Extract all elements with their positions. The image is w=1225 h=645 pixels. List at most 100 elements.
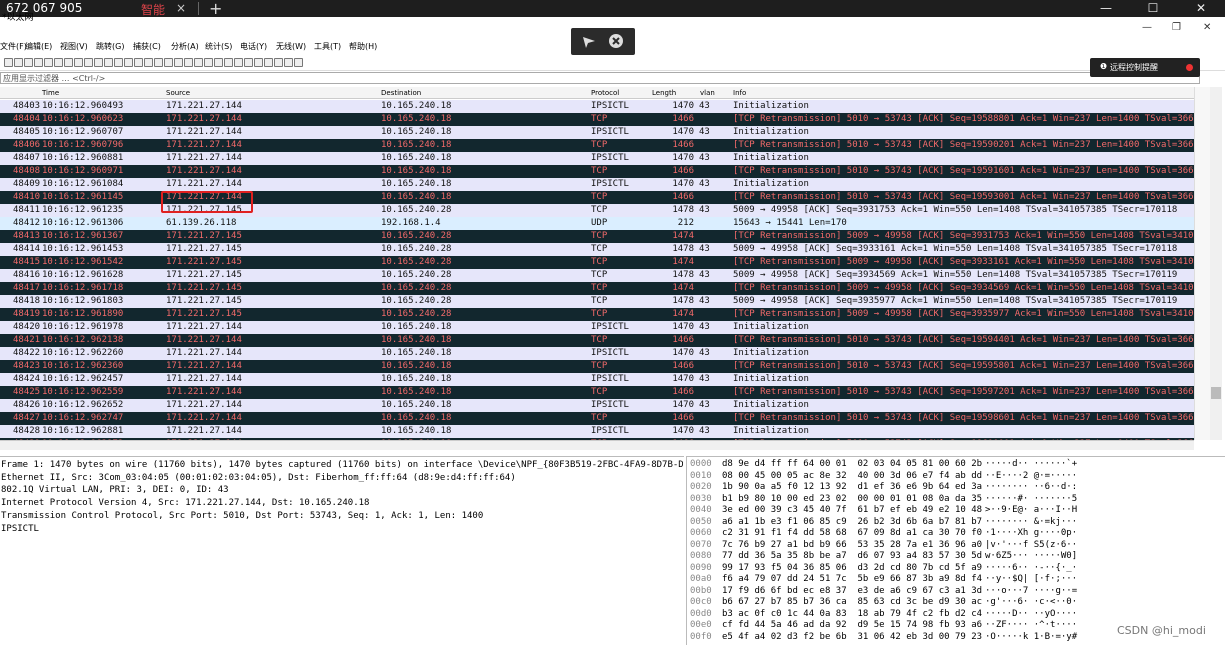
toolbar-button-icon[interactable] <box>234 58 243 67</box>
packet-row[interactable]: 48412 10:16:12.961306 61.139.26.118 192.168… <box>0 217 1194 230</box>
packet-row[interactable]: 48415 10:16:12.961542 171.221.27.145 10.165… <box>0 256 1194 269</box>
packet-row[interactable]: 48421 10:16:12.962138 171.221.27.144 10.165… <box>0 334 1194 347</box>
packet-row[interactable]: 48408 10:16:12.960971 171.221.27.144 10.165… <box>0 165 1194 178</box>
packet-row[interactable]: 48409 10:16:12.961084 171.221.27.144 10.165… <box>0 178 1194 191</box>
toolbar-button-icon[interactable] <box>44 58 53 67</box>
packet-row[interactable]: 48417 10:16:12.961718 171.221.27.145 10.165… <box>0 282 1194 295</box>
menu-item[interactable]: 帮助(H) <box>349 41 377 52</box>
toolbar-button-icon[interactable] <box>104 58 113 67</box>
new-tab-button[interactable]: + <box>209 0 222 18</box>
menu-item[interactable]: 工具(T) <box>314 41 341 52</box>
packet-list-scrollbar-track[interactable] <box>1194 87 1210 440</box>
bytes-line[interactable]: 00c0 b6 67 27 b7 85 b7 36 ca 85 63 cd 3c … <box>690 597 1110 607</box>
col-length[interactable]: Length <box>652 89 676 97</box>
packet-row[interactable]: 48425 10:16:12.962559 171.221.27.144 10.165… <box>0 386 1194 399</box>
bytes-line[interactable]: 0050 a6 a1 1b e3 f1 06 85 c9 26 b2 3d 6b … <box>690 517 1110 527</box>
toolbar-button-icon[interactable] <box>64 58 73 67</box>
bytes-line[interactable]: 00b0 17 f9 d6 6f bd ec e8 37 e3 de a6 c9 … <box>690 586 1110 596</box>
display-filter-input[interactable]: 应用显示过滤器 … <Ctrl-/> <box>0 72 1200 84</box>
packet-row[interactable]: 48404 10:16:12.960623 171.221.27.144 10.165… <box>0 113 1194 126</box>
bytes-line[interactable]: 0040 3e ed 00 39 c3 45 40 7f 61 b7 ef eb … <box>690 505 1110 515</box>
bytes-line[interactable]: 0090 99 17 93 f5 04 36 85 06 d3 2d cd 80 … <box>690 563 1110 573</box>
toolbar-button-icon[interactable] <box>4 58 13 67</box>
detail-line[interactable]: 802.1Q Virtual LAN, PRI: 3, DEI: 0, ID: … <box>1 485 683 495</box>
menu-item[interactable]: 统计(S) <box>205 41 232 52</box>
col-source[interactable]: Source <box>166 89 190 97</box>
bytes-line[interactable]: 00d0 b3 ac 0f c0 1c 44 0a 83 18 ab 79 4f … <box>690 609 1110 619</box>
bytes-line[interactable]: 0080 77 dd 36 5a 35 8b be a7 d6 07 93 a4 … <box>690 551 1110 561</box>
scrollbar-thumb[interactable] <box>1211 387 1221 399</box>
col-destination[interactable]: Destination <box>381 89 421 97</box>
bytes-line[interactable]: 0030 b1 b9 80 10 00 ed 23 02 00 00 01 01 … <box>690 494 1110 504</box>
packet-row[interactable]: 48428 10:16:12.962881 171.221.27.144 10.165… <box>0 425 1194 438</box>
toolbar-button-icon[interactable] <box>54 58 63 67</box>
bytes-line[interactable]: 0000 d8 9e d4 ff ff 64 00 01 02 03 04 05 … <box>690 459 1110 469</box>
packet-row[interactable]: 48413 10:16:12.961367 171.221.27.145 10.165… <box>0 230 1194 243</box>
detail-line[interactable]: IPSICTL <box>1 524 683 534</box>
menu-item[interactable]: 文件(F) <box>0 41 27 52</box>
bytes-line[interactable]: 00f0 e5 4f a4 02 d3 f2 be 6b 31 06 42 eb … <box>690 632 1110 642</box>
bytes-line[interactable]: 00a0 f6 a4 79 07 dd 24 51 7c 5b e9 66 87 … <box>690 574 1110 584</box>
maximize-button[interactable]: ☐ <box>1137 0 1169 17</box>
packet-row[interactable]: 48426 10:16:12.962652 171.221.27.144 10.165… <box>0 399 1194 412</box>
menu-item[interactable]: 跳转(G) <box>96 41 124 52</box>
minimize-button[interactable]: — <box>1090 0 1122 17</box>
toolbar-button-icon[interactable] <box>214 58 223 67</box>
bytes-line[interactable]: 0070 7c 76 b9 27 a1 bd b9 66 53 35 28 7a … <box>690 540 1110 550</box>
toolbar-button-icon[interactable] <box>244 58 253 67</box>
packet-row[interactable]: 48418 10:16:12.961803 171.221.27.145 10.165… <box>0 295 1194 308</box>
col-info[interactable]: Info <box>733 89 746 97</box>
menu-item[interactable]: 无线(W) <box>276 41 306 52</box>
col-protocol[interactable]: Protocol <box>591 89 619 97</box>
toolbar-button-icon[interactable] <box>154 58 163 67</box>
packet-row[interactable]: 48422 10:16:12.962260 171.221.27.144 10.165… <box>0 347 1194 360</box>
detail-line[interactable]: Frame 1: 1470 bytes on wire (11760 bits)… <box>1 460 683 470</box>
toolbar-button-icon[interactable] <box>124 58 133 67</box>
packet-row[interactable]: 48419 10:16:12.961890 171.221.27.145 10.165… <box>0 308 1194 321</box>
toolbar-button-icon[interactable] <box>84 58 93 67</box>
packet-list[interactable]: Time Source Destination Protocol Length … <box>0 87 1194 440</box>
toolbar-button-icon[interactable] <box>94 58 103 67</box>
packet-bytes-pane[interactable]: 0000 d8 9e d4 ff ff 64 00 01 02 03 04 05 … <box>686 456 1225 645</box>
window-close-button[interactable]: ✕ <box>1203 22 1211 33</box>
toolbar-button-icon[interactable] <box>224 58 233 67</box>
packet-row[interactable]: 48420 10:16:12.961978 171.221.27.144 10.165… <box>0 321 1194 334</box>
menu-item[interactable]: 视图(V) <box>60 41 88 52</box>
toolbar-button-icon[interactable] <box>24 58 33 67</box>
packet-row[interactable]: 48405 10:16:12.960707 171.221.27.144 10.165… <box>0 126 1194 139</box>
packet-row[interactable]: 48403 10:16:12.960493 171.221.27.144 10.165… <box>0 100 1194 113</box>
packet-row[interactable]: 48406 10:16:12.960796 171.221.27.144 10.165… <box>0 139 1194 152</box>
toolbar-button-icon[interactable] <box>204 58 213 67</box>
bytes-line[interactable]: 0010 08 00 45 00 05 ac 8e 32 40 00 3d 06 … <box>690 471 1110 481</box>
menu-item[interactable]: 捕获(C) <box>133 41 161 52</box>
window-minimize-button[interactable]: — <box>1142 22 1152 33</box>
menu-item[interactable]: 电话(Y) <box>240 41 267 52</box>
packet-row[interactable]: 48416 10:16:12.961628 171.221.27.145 10.165… <box>0 269 1194 282</box>
toolbar-button-icon[interactable] <box>164 58 173 67</box>
menu-item[interactable]: 分析(A) <box>171 41 199 52</box>
packet-row[interactable]: 48423 10:16:12.962360 171.221.27.144 10.165… <box>0 360 1194 373</box>
toolbar-button-icon[interactable] <box>134 58 143 67</box>
col-vlan[interactable]: vlan <box>700 89 715 97</box>
close-button[interactable]: ✕ <box>1185 0 1217 17</box>
window-restore-button[interactable]: ❐ <box>1172 22 1181 33</box>
toolbar-button-icon[interactable] <box>14 58 23 67</box>
packet-details-pane[interactable]: Frame 1: 1470 bytes on wire (11760 bits)… <box>0 456 684 645</box>
toolbar-button-icon[interactable] <box>254 58 263 67</box>
vertical-scrollbar[interactable] <box>1210 87 1222 440</box>
toolbar-button-icon[interactable] <box>34 58 43 67</box>
remote-control-reminder-button[interactable]: ❶ 远程控制提醒 <box>1090 58 1200 77</box>
menu-item[interactable]: 编辑(E) <box>25 41 52 52</box>
toolbar-button-icon[interactable] <box>184 58 193 67</box>
packet-row[interactable]: 48414 10:16:12.961453 171.221.27.145 10.165… <box>0 243 1194 256</box>
smart-tab-label[interactable]: 智能 <box>141 1 165 18</box>
toolbar-button-icon[interactable] <box>174 58 183 67</box>
col-time[interactable]: Time <box>42 89 59 97</box>
tab-close-icon[interactable]: × <box>176 1 186 15</box>
horizontal-scrollbar[interactable] <box>0 440 1194 450</box>
detail-line[interactable]: Ethernet II, Src: 3Com_03:04:05 (00:01:0… <box>1 473 683 483</box>
toolbar-button-icon[interactable] <box>74 58 83 67</box>
toolbar-button-icon[interactable] <box>274 58 283 67</box>
toolbar-button-icon[interactable] <box>294 58 303 67</box>
detail-line[interactable]: Transmission Control Protocol, Src Port:… <box>1 511 683 521</box>
